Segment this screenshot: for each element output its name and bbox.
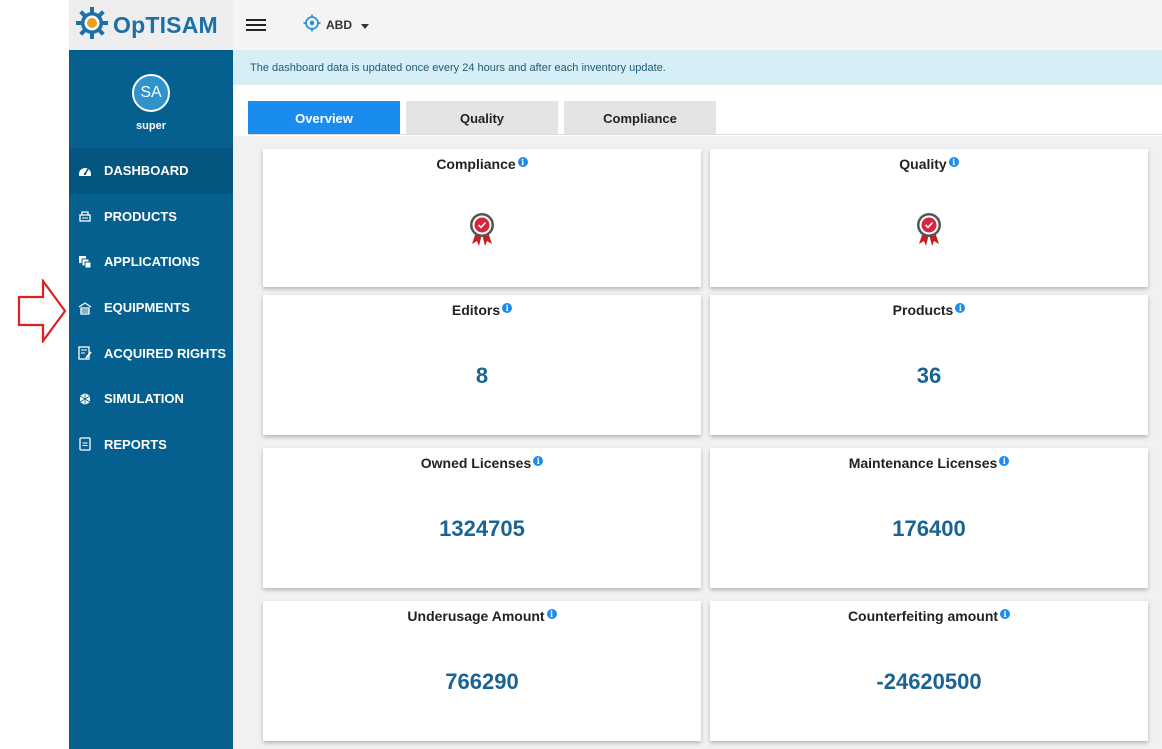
reports-icon [78,437,92,452]
info-icon[interactable]: i [948,157,959,167]
card-title: Compliance i [263,156,701,172]
left-gutter [0,0,69,749]
info-icon[interactable]: i [955,303,966,313]
card-value: 36 [916,363,942,388]
logo[interactable]: OpTISAM [69,0,233,50]
counterfeiting-amount-card[interactable]: Counterfeiting amount i -24620500 [710,601,1148,741]
sidebar-item-label: APPLICATIONS [104,254,200,270]
award-badge-icon [469,212,495,253]
card-title: Maintenance Licenses i [710,455,1148,471]
card-value: -24620500 [876,669,982,694]
award-badge-icon [916,212,942,253]
simulation-icon [78,392,92,406]
underusage-amount-card[interactable]: Underusage Amount i 766290 [263,601,701,741]
card-title: Products i [710,302,1148,318]
sidebar-item-label: REPORTS [104,436,167,452]
info-icon[interactable]: i [999,456,1010,466]
scope-icon [303,14,321,37]
tab-compliance[interactable]: Compliance [564,101,716,135]
info-icon[interactable]: i [533,456,544,466]
scope-label: ABD [326,18,352,32]
tabs-divider [248,134,1162,135]
info-icon[interactable]: i [1000,609,1011,619]
info-icon[interactable]: i [546,609,557,619]
card-title: Quality i [710,156,1148,172]
card-title: Editors i [263,302,701,318]
info-icon[interactable]: i [502,303,513,313]
card-title: Owned Licenses i [263,455,701,471]
info-icon[interactable]: i [517,157,528,167]
annotation-arrow-icon [17,277,67,348]
sidebar-item-label: SIMULATION [104,391,184,407]
sidebar-item-label: EQUIPMENTS [104,300,190,316]
card-value: 1324705 [439,516,525,541]
sidebar-item-label: DASHBOARD [104,163,189,179]
card-value: 176400 [892,516,966,541]
card-value: 8 [475,363,489,388]
sidebar-item-label: ACQUIRED RIGHTS [104,345,227,361]
app-name: OpTISAM [113,11,218,38]
sidebar-item-label: PRODUCTS [104,208,177,224]
tab-quality[interactable]: Quality [406,101,558,135]
username: super [136,120,166,132]
dashboard-icon [78,164,92,178]
top-bar: ABD [233,0,1162,50]
applications-icon [78,255,92,269]
tab-bar: Overview Quality Compliance [248,101,722,135]
owned-licenses-card[interactable]: Owned Licenses i 1324705 [263,448,701,588]
user-block: SA super [69,50,233,148]
sidebar-item-reports[interactable]: REPORTS [69,422,233,468]
products-icon [78,209,92,223]
tab-overview[interactable]: Overview [248,101,400,135]
avatar[interactable]: SA [132,74,170,112]
sidebar-item-products[interactable]: PRODUCTS [69,194,233,240]
caret-down-icon [361,24,369,29]
optisam-logo-icon [75,6,109,45]
acquired-rights-icon [78,346,92,360]
quality-card[interactable]: Quality i [710,149,1148,287]
sidebar-item-simulation[interactable]: SIMULATION [69,376,233,422]
sidebar-item-equipments[interactable]: EQUIPMENTS [69,285,233,331]
card-title: Underusage Amount i [263,608,701,624]
card-value: 766290 [445,669,519,694]
hamburger-menu-icon[interactable] [246,17,266,33]
tabs-area: Overview Quality Compliance [233,85,1162,136]
sidebar-item-dashboard[interactable]: DASHBOARD [69,148,233,194]
equipments-icon [78,301,92,315]
sidebar-item-acquired-rights[interactable]: ACQUIRED RIGHTS [69,330,233,376]
editors-card[interactable]: Editors i 8 [263,295,701,435]
products-card[interactable]: Products i 36 [710,295,1148,435]
compliance-card[interactable]: Compliance i [263,149,701,287]
card-title: Counterfeiting amount i [710,608,1148,624]
sidebar: SA super DASHBOARD PRODUCTS APPLICATIONS… [69,50,233,749]
maintenance-licenses-card[interactable]: Maintenance Licenses i 176400 [710,448,1148,588]
main-content: The dashboard data is updated once every… [233,50,1162,749]
scope-selector[interactable]: ABD [303,14,369,37]
update-notice: The dashboard data is updated once every… [233,50,1162,85]
sidebar-item-applications[interactable]: APPLICATIONS [69,239,233,285]
